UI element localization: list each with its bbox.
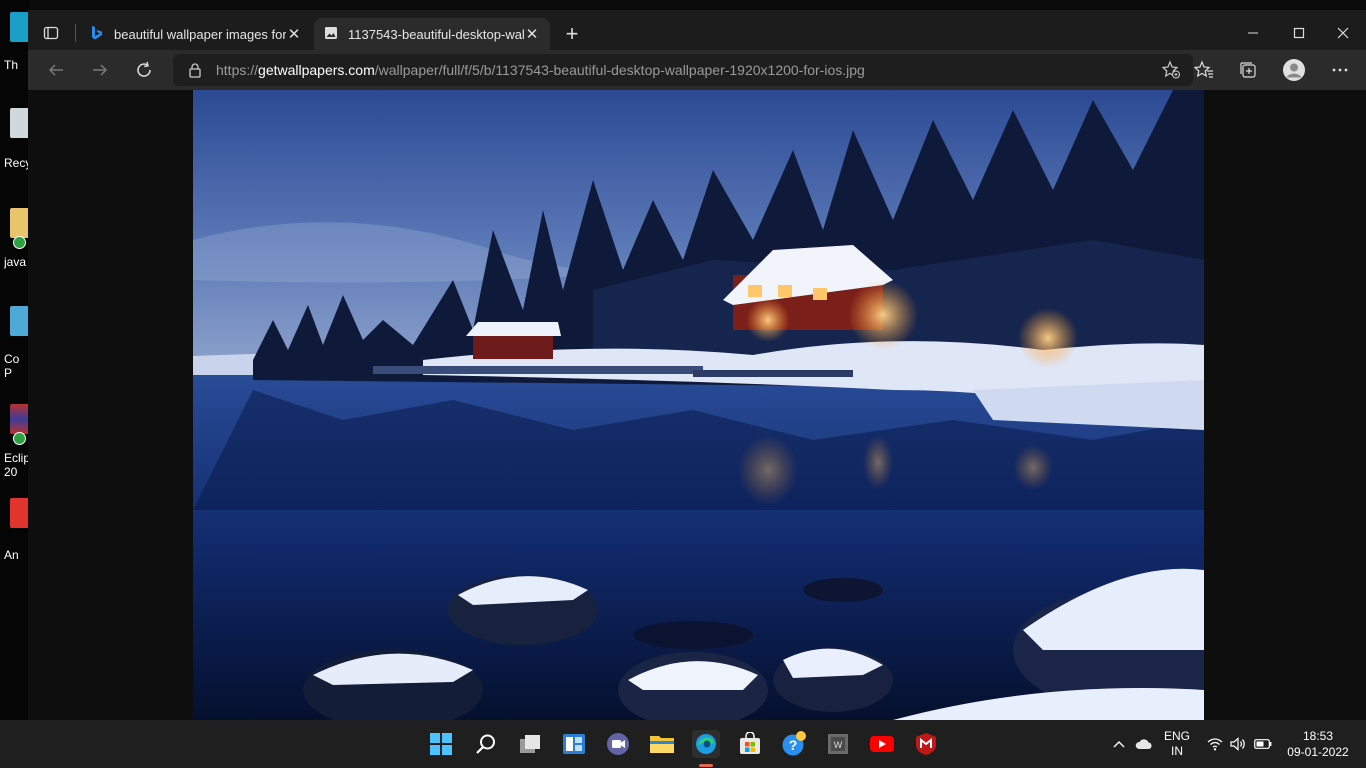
desktop-icon-label: Eclip 20 — [4, 451, 30, 479]
svg-text:?: ? — [789, 737, 798, 753]
show-hidden-icons-icon[interactable] — [1110, 720, 1128, 768]
bing-icon — [90, 25, 104, 44]
search-icon[interactable] — [472, 730, 500, 758]
desktop-icon-label: An — [4, 548, 19, 562]
widgets-icon[interactable] — [560, 730, 588, 758]
active-app-indicator — [699, 764, 713, 767]
volume-icon[interactable] — [1229, 720, 1247, 768]
collections-icon[interactable] — [1232, 54, 1264, 86]
url-scheme: https:// — [216, 62, 259, 78]
tab-title: beautiful wallpaper images for de — [114, 26, 286, 42]
help-icon[interactable]: ? — [780, 730, 808, 758]
desktop-icon-label: java — [4, 255, 27, 269]
lock-icon[interactable] — [187, 62, 203, 78]
wallpaper-image[interactable] — [193, 90, 1204, 720]
clock-time: 18:53 — [1302, 729, 1334, 743]
maximize-icon[interactable] — [1276, 18, 1322, 48]
profile-avatar-icon[interactable] — [1278, 54, 1310, 86]
page-viewport — [28, 90, 1366, 720]
desktop-icons-strip: Th Recy java Co P Eclip 20 An — [0, 0, 32, 720]
desktop-icon-label: Th — [4, 58, 19, 72]
tab-bar: beautiful wallpaper images for de ✕ 1137… — [28, 10, 1366, 50]
start-icon[interactable] — [427, 730, 455, 758]
tab-separator — [75, 24, 76, 42]
wifi-icon[interactable] — [1206, 720, 1224, 768]
browser-window: beautiful wallpaper images for de ✕ 1137… — [28, 10, 1366, 720]
clock-date: 09-01-2022 — [1287, 745, 1349, 759]
close-tab-icon[interactable]: ✕ — [286, 25, 302, 43]
tab-bing-search[interactable]: beautiful wallpaper images for de ✕ — [80, 18, 312, 50]
minimize-icon[interactable] — [1230, 18, 1276, 48]
url-path: /wallpaper/full/f/5/b/1137543-beautiful-… — [374, 62, 865, 78]
region-code: IN — [1171, 744, 1183, 758]
edge-icon[interactable] — [692, 730, 720, 758]
favorites-icon[interactable] — [1188, 54, 1220, 86]
url-text[interactable]: https://getwallpapers.com/wallpaper/full… — [216, 62, 865, 78]
tab-active-image[interactable]: 1137543-beautiful-desktop-wallp ✕ — [314, 18, 550, 50]
task-view-icon[interactable] — [516, 730, 544, 758]
desktop-icon-label: Co P — [4, 352, 20, 380]
file-explorer-icon[interactable] — [648, 730, 676, 758]
sync-check-icon — [13, 432, 26, 445]
sync-check-icon — [13, 236, 26, 249]
battery-icon[interactable] — [1253, 720, 1273, 768]
more-menu-icon[interactable] — [1324, 54, 1356, 86]
forward-icon[interactable] — [84, 54, 116, 86]
teams-chat-icon[interactable] — [604, 730, 632, 758]
onedrive-cloud-icon[interactable] — [1134, 720, 1154, 768]
youtube-icon[interactable] — [868, 730, 896, 758]
language-indicator[interactable]: ENG IN — [1158, 720, 1196, 768]
desktop-icon-label: Recy — [4, 156, 30, 170]
back-icon[interactable] — [40, 54, 72, 86]
close-tab-icon[interactable]: ✕ — [524, 25, 540, 43]
tab-title: 1137543-beautiful-desktop-wallp — [348, 26, 524, 42]
mcafee-icon[interactable] — [912, 730, 940, 758]
taskbar: ? W ENG IN 18:53 09-01-2022 — [0, 720, 1366, 768]
new-tab-icon[interactable]: + — [558, 20, 586, 48]
refresh-icon[interactable] — [128, 54, 160, 86]
image-icon — [324, 26, 338, 43]
wps-writer-icon[interactable]: W — [824, 730, 852, 758]
url-domain: getwallpapers.com — [258, 62, 375, 78]
address-bar[interactable]: https://getwallpapers.com/wallpaper/full… — [173, 54, 1193, 86]
close-window-icon[interactable] — [1320, 18, 1366, 48]
tab-actions-icon[interactable] — [36, 18, 66, 48]
microsoft-store-icon[interactable] — [736, 730, 764, 758]
clock[interactable]: 18:53 09-01-2022 — [1280, 720, 1356, 768]
svg-text:W: W — [834, 740, 843, 750]
add-favorite-icon[interactable] — [1161, 60, 1181, 80]
language-code: ENG — [1163, 729, 1190, 743]
navigation-toolbar: https://getwallpapers.com/wallpaper/full… — [28, 50, 1366, 90]
